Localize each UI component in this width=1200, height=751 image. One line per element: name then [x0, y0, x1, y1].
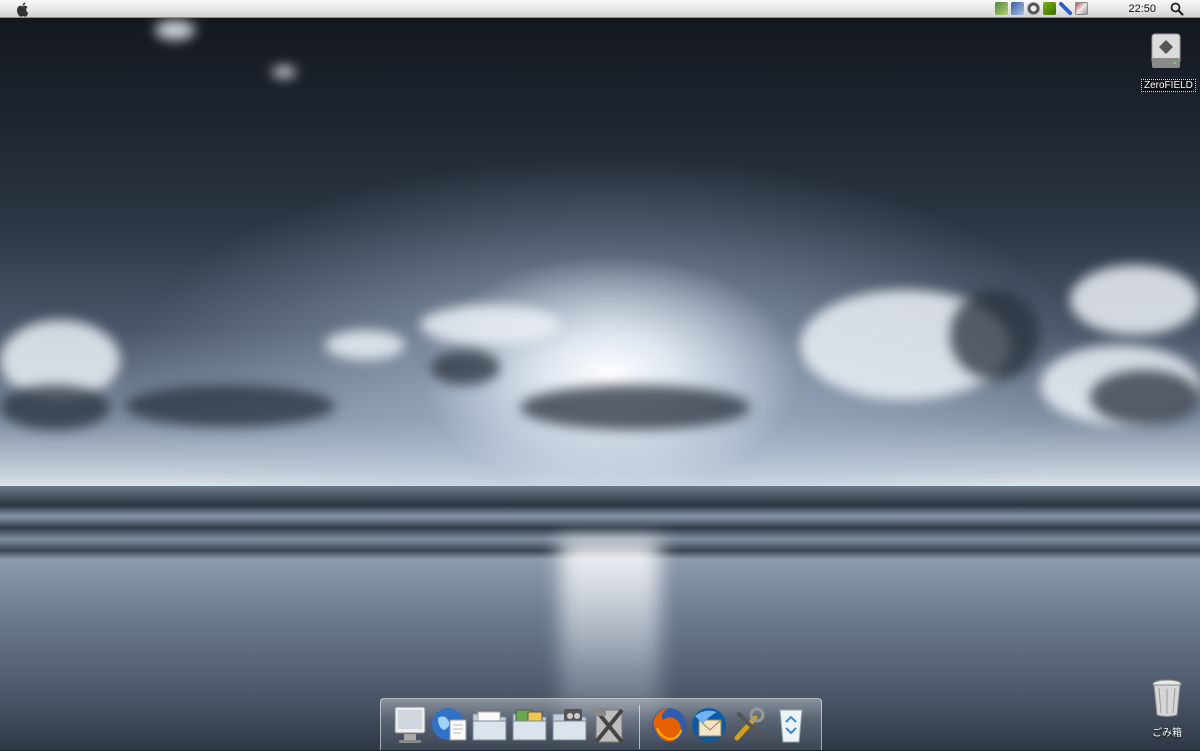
dock-utilities[interactable] — [590, 704, 630, 746]
firefox-icon — [652, 708, 686, 742]
dock — [380, 698, 822, 750]
sound-icon[interactable] — [1027, 2, 1040, 15]
hard-drive-icon — [1151, 33, 1181, 68]
system-tray — [995, 2, 1088, 15]
pen-icon[interactable] — [1059, 2, 1072, 15]
trash-icon — [1152, 679, 1182, 717]
dock-firefox[interactable] — [649, 704, 689, 746]
drive-label: ZeroFIELD — [1141, 79, 1196, 92]
desktop-wallpaper — [0, 0, 1200, 750]
menu-bar: 22:50 — [0, 0, 1200, 18]
dock-recycle-bin[interactable] — [771, 704, 811, 746]
globe-icon — [432, 708, 467, 741]
recycle-bin-icon — [779, 709, 803, 743]
dock-documents-folder[interactable] — [470, 704, 510, 746]
dock-pictures-folder[interactable] — [510, 704, 550, 746]
desktop-drive-icon[interactable]: ZeroFIELD — [1141, 32, 1196, 93]
folder-icon — [512, 709, 547, 741]
nvidia-icon[interactable] — [1043, 2, 1056, 15]
dock-settings[interactable] — [729, 704, 769, 746]
wrench-icon — [734, 707, 765, 741]
dock-music-folder[interactable] — [550, 704, 590, 746]
network-status-icon[interactable] — [1075, 2, 1088, 15]
folder-icon — [552, 709, 587, 741]
dock-thunderbird[interactable] — [689, 704, 729, 746]
desktop-trash-icon[interactable]: ごみ箱 — [1143, 678, 1191, 741]
apple-menu-icon[interactable] — [15, 1, 31, 17]
tools-icon — [594, 708, 624, 744]
dock-browser[interactable] — [430, 704, 470, 746]
display-icon[interactable] — [1011, 2, 1024, 15]
user-network-icon[interactable] — [995, 2, 1008, 15]
spotlight-search-icon[interactable] — [1170, 2, 1184, 16]
dock-finder[interactable] — [391, 704, 431, 746]
dock-separator — [639, 705, 640, 749]
menu-clock[interactable]: 22:50 — [1128, 3, 1156, 15]
trash-label: ごみ箱 — [1152, 728, 1182, 739]
thunderbird-icon — [692, 708, 726, 742]
monitor-icon — [394, 706, 426, 743]
folder-icon — [472, 711, 507, 741]
